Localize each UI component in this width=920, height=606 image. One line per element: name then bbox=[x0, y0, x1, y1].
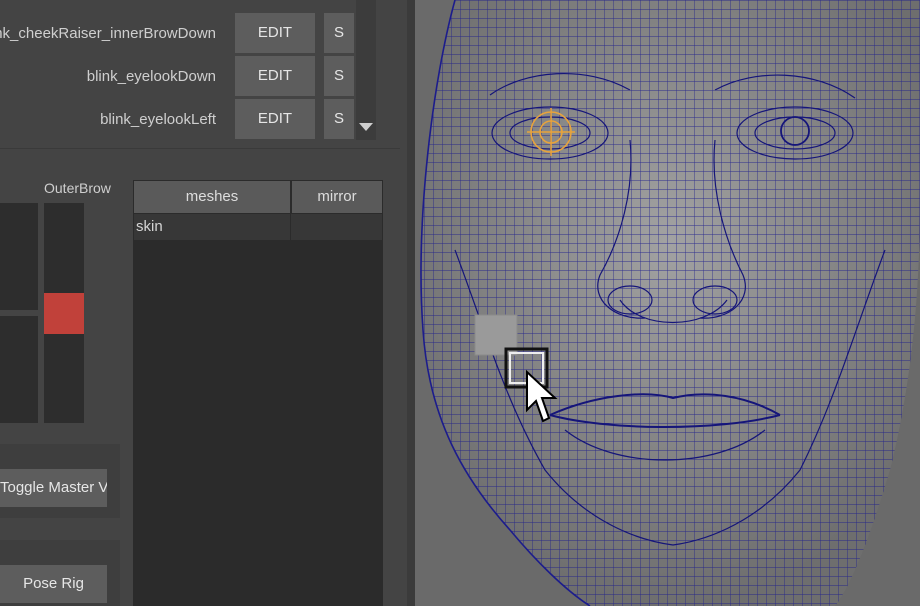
edit-pose-button[interactable]: EDIT bbox=[235, 13, 315, 53]
pose-row: blink_eyelookLeft EDIT S bbox=[0, 99, 378, 140]
panel-splitter[interactable] bbox=[407, 0, 415, 606]
select-pose-button[interactable]: S bbox=[324, 99, 354, 139]
toggle-master-vis-button[interactable]: Toggle Master Vis bbox=[0, 469, 107, 507]
3d-viewport[interactable] bbox=[415, 0, 920, 606]
column-header-mirror[interactable]: mirror bbox=[292, 181, 382, 213]
edit-pose-button[interactable]: EDIT bbox=[235, 56, 315, 96]
divider bbox=[0, 148, 400, 149]
pose-editor-panel: blink_cheekRaiser_innerBrowDown EDIT S b… bbox=[0, 0, 415, 606]
visibility-group: Toggle Master Vis bbox=[0, 444, 120, 518]
pose-list-scrollbar[interactable] bbox=[356, 0, 376, 140]
pose-name[interactable]: blink_eyelookDown bbox=[0, 56, 232, 97]
slider-field-lower[interactable] bbox=[0, 316, 38, 423]
pose-list: blink_cheekRaiser_innerBrowDown EDIT S b… bbox=[0, 0, 378, 140]
outer-brow-slider-handle[interactable] bbox=[44, 293, 84, 334]
pose-row: blink_cheekRaiser_innerBrowDown EDIT S bbox=[0, 13, 378, 54]
column-header-meshes[interactable]: meshes bbox=[134, 181, 290, 213]
select-pose-button[interactable]: S bbox=[324, 13, 354, 53]
select-pose-button[interactable]: S bbox=[324, 56, 354, 96]
pose-rig-button[interactable]: Pose Rig bbox=[0, 565, 107, 603]
slider-field-upper[interactable] bbox=[0, 203, 38, 310]
pose-group: Pose Rig bbox=[0, 540, 120, 606]
head-wireframe-render bbox=[420, 0, 920, 606]
pose-row: blink_eyelookDown EDIT S bbox=[0, 56, 378, 97]
mesh-cell: skin bbox=[136, 218, 163, 235]
pose-name[interactable]: blink_cheekRaiser_innerBrowDown bbox=[0, 13, 232, 54]
edit-pose-button[interactable]: EDIT bbox=[235, 99, 315, 139]
mesh-table: meshes mirror skin bbox=[133, 180, 383, 606]
chevron-down-icon[interactable] bbox=[359, 123, 373, 131]
table-row[interactable]: skin bbox=[134, 214, 382, 240]
column-separator bbox=[290, 214, 291, 240]
pose-name[interactable]: blink_eyelookLeft bbox=[0, 99, 232, 140]
slider-label: OuterBrow bbox=[44, 180, 111, 196]
